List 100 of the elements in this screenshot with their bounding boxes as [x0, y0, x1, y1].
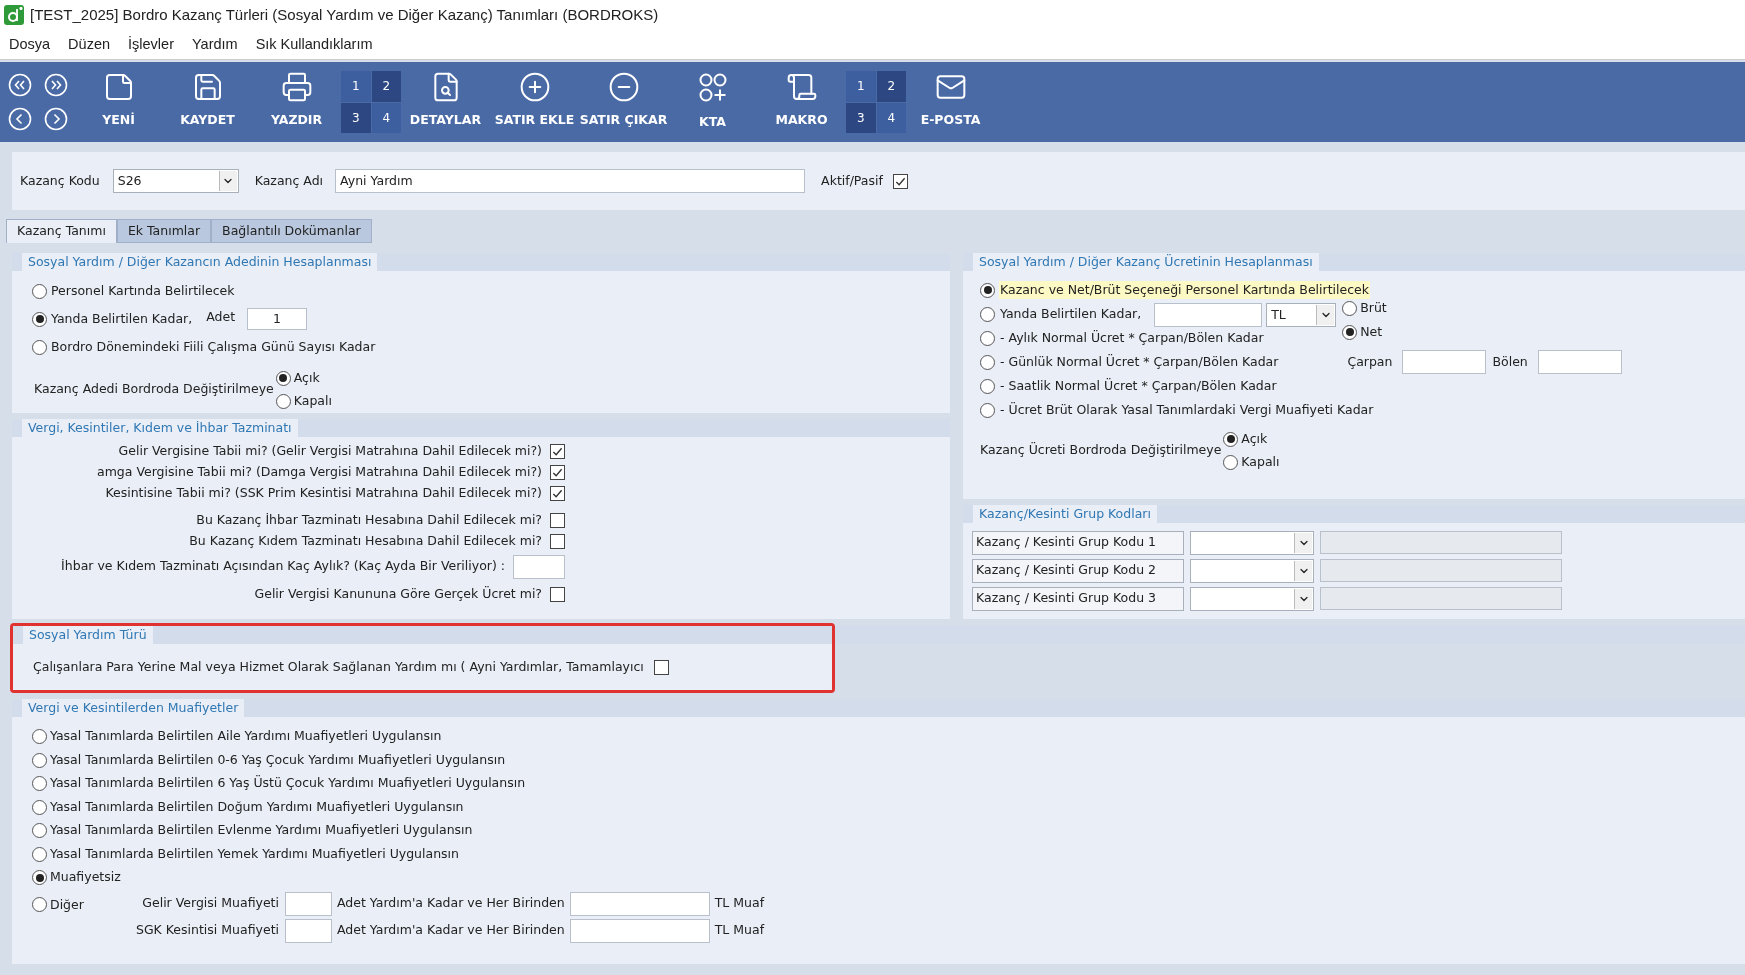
page-button[interactable]: 2: [876, 71, 906, 102]
field-label: TL Muaf: [714, 894, 765, 913]
checkbox[interactable]: [550, 587, 565, 602]
checkbox[interactable]: [653, 659, 669, 675]
toolbar-button[interactable]: KAYDET: [163, 62, 252, 142]
toolbar-button[interactable]: YAZDIR: [252, 62, 341, 142]
radio-button[interactable]: [1342, 324, 1358, 340]
field-label: Kazanç / Kesinti Grup Kodu 1: [972, 530, 1184, 555]
toolbar-button[interactable]: SATIR ÇIKAR: [579, 62, 668, 142]
radio-button[interactable]: [32, 311, 47, 327]
option-label: Kesintisine Tabii mi? (SSK Prim Kesintisi Matrahına Dahil Edilecek mi?): [105, 484, 542, 503]
checkbox[interactable]: [550, 486, 565, 501]
input-field[interactable]: [1537, 350, 1622, 374]
section-title: Vergi ve Kesintilerden Muafiyetler: [22, 699, 245, 717]
toolbar-button[interactable]: KTA: [668, 62, 757, 142]
checkbox[interactable]: [550, 465, 565, 480]
page-button[interactable]: 4: [876, 102, 906, 133]
field-label: Kazanç Kodu: [20, 171, 100, 190]
page-button[interactable]: 4: [371, 102, 401, 133]
input-field[interactable]: [1320, 531, 1562, 554]
option-label: - Aylık Normal Ücret * Çarpan/Bölen Kadar: [999, 328, 1265, 347]
radio-button[interactable]: [275, 370, 291, 386]
radio-button[interactable]: [32, 752, 47, 768]
menu-item[interactable]: Düzen: [68, 33, 111, 56]
page-button[interactable]: 3: [846, 102, 876, 133]
radio-button[interactable]: [980, 402, 995, 418]
tab[interactable]: Kazanç Tanımı: [6, 219, 117, 243]
rewind-icon[interactable]: [8, 73, 32, 97]
section-title: Sosyal Yardım Türü: [23, 626, 153, 644]
scroll-icon: [785, 71, 818, 103]
checkbox[interactable]: [550, 534, 565, 549]
option-label: Kapalı: [1241, 452, 1280, 471]
option-label: Bu Kazanç Kıdem Tazminatı Hesabına Dahil Edilecek mi?: [189, 532, 542, 551]
toolbar-button[interactable]: E-POSTA: [906, 62, 995, 142]
input-field[interactable]: Ayni Yardım: [335, 169, 806, 193]
radio-button[interactable]: [980, 306, 995, 322]
input-field[interactable]: [285, 918, 332, 943]
input-field[interactable]: [285, 891, 332, 916]
radio-button[interactable]: [1342, 300, 1358, 316]
menu-item[interactable]: Dosya: [9, 33, 51, 56]
field-label: Kazanç Ücreti Bordroda Değiştirilmeye: [980, 441, 1222, 460]
radio-button[interactable]: [32, 823, 47, 839]
page-button[interactable]: 1: [846, 71, 876, 102]
page-button[interactable]: 2: [371, 71, 401, 102]
radio-button[interactable]: [980, 330, 995, 346]
field-label: Gelir Vergisi Muafiyeti: [141, 894, 279, 913]
field-label: Adet: [206, 307, 236, 326]
radio-button[interactable]: [32, 283, 47, 299]
option-label: Açık: [1241, 430, 1268, 448]
page-button[interactable]: 1: [341, 71, 371, 102]
previous-icon[interactable]: [8, 107, 32, 131]
menu-item[interactable]: İşlevler: [128, 33, 174, 56]
toolbar-button[interactable]: MAKRO: [757, 62, 846, 142]
input-field[interactable]: [569, 918, 710, 943]
option-label: Açık: [293, 369, 320, 387]
dropdown[interactable]: S26: [112, 169, 239, 193]
option-label: Net: [1360, 322, 1383, 341]
field-label: Aktif/Pasif: [821, 171, 883, 190]
radio-button[interactable]: [32, 776, 47, 792]
radio-button[interactable]: [1223, 431, 1239, 447]
option-label: Brüt: [1360, 299, 1387, 317]
option-label: Kapalı: [293, 391, 332, 410]
checkbox[interactable]: [550, 444, 565, 459]
checkbox[interactable]: [892, 173, 908, 189]
radio-button[interactable]: [32, 846, 47, 862]
fast-forward-icon[interactable]: [44, 73, 68, 97]
input-field[interactable]: [1154, 303, 1263, 327]
radio-button[interactable]: [32, 897, 47, 913]
input-field[interactable]: [1320, 559, 1562, 582]
window-title: [TEST_2025] Bordro Kazanç Türleri (Sosyal Yardım ve Diğer Kazanç) Tanımları (BORDROKS): [30, 4, 659, 25]
next-icon[interactable]: [44, 107, 68, 131]
radio-button[interactable]: [32, 799, 47, 815]
tab[interactable]: Ek Tanımlar: [116, 219, 212, 243]
menu-item[interactable]: Sık Kullandıklarım: [255, 33, 373, 56]
toolbar-button[interactable]: SATIR EKLE: [490, 62, 579, 142]
input-field[interactable]: [1402, 350, 1487, 374]
toolbar-button[interactable]: YENİ: [74, 62, 163, 142]
page-button[interactable]: 3: [341, 102, 371, 133]
checkbox[interactable]: [550, 513, 565, 528]
input-field[interactable]: [1320, 587, 1562, 610]
option-label: Diğer: [50, 895, 84, 914]
radio-button[interactable]: [980, 378, 995, 394]
radio-button[interactable]: [32, 870, 47, 886]
input-field[interactable]: [513, 554, 565, 579]
caret-icon: [1316, 305, 1335, 325]
menu-item[interactable]: Yardım: [191, 33, 238, 56]
option-label: Yanda Belirtilen Kadar,: [999, 304, 1143, 323]
radio-button[interactable]: [32, 339, 47, 355]
option-label: Personel Kartında Belirtilecek: [51, 281, 235, 300]
radio-button[interactable]: [1223, 454, 1239, 470]
input-field[interactable]: 1: [247, 308, 308, 330]
radio-button[interactable]: [980, 282, 995, 298]
radio-button[interactable]: [32, 729, 47, 745]
input-field[interactable]: [569, 891, 710, 916]
dropdown[interactable]: TL: [1266, 303, 1337, 327]
radio-button[interactable]: [275, 393, 291, 409]
tab[interactable]: Bağlantılı Dokümanlar: [211, 219, 372, 243]
section-title: Sosyal Yardım / Diğer Kazanç Ücretinin Hesaplanması: [973, 253, 1319, 271]
toolbar-button[interactable]: DETAYLAR: [401, 62, 490, 142]
radio-button[interactable]: [980, 354, 995, 370]
